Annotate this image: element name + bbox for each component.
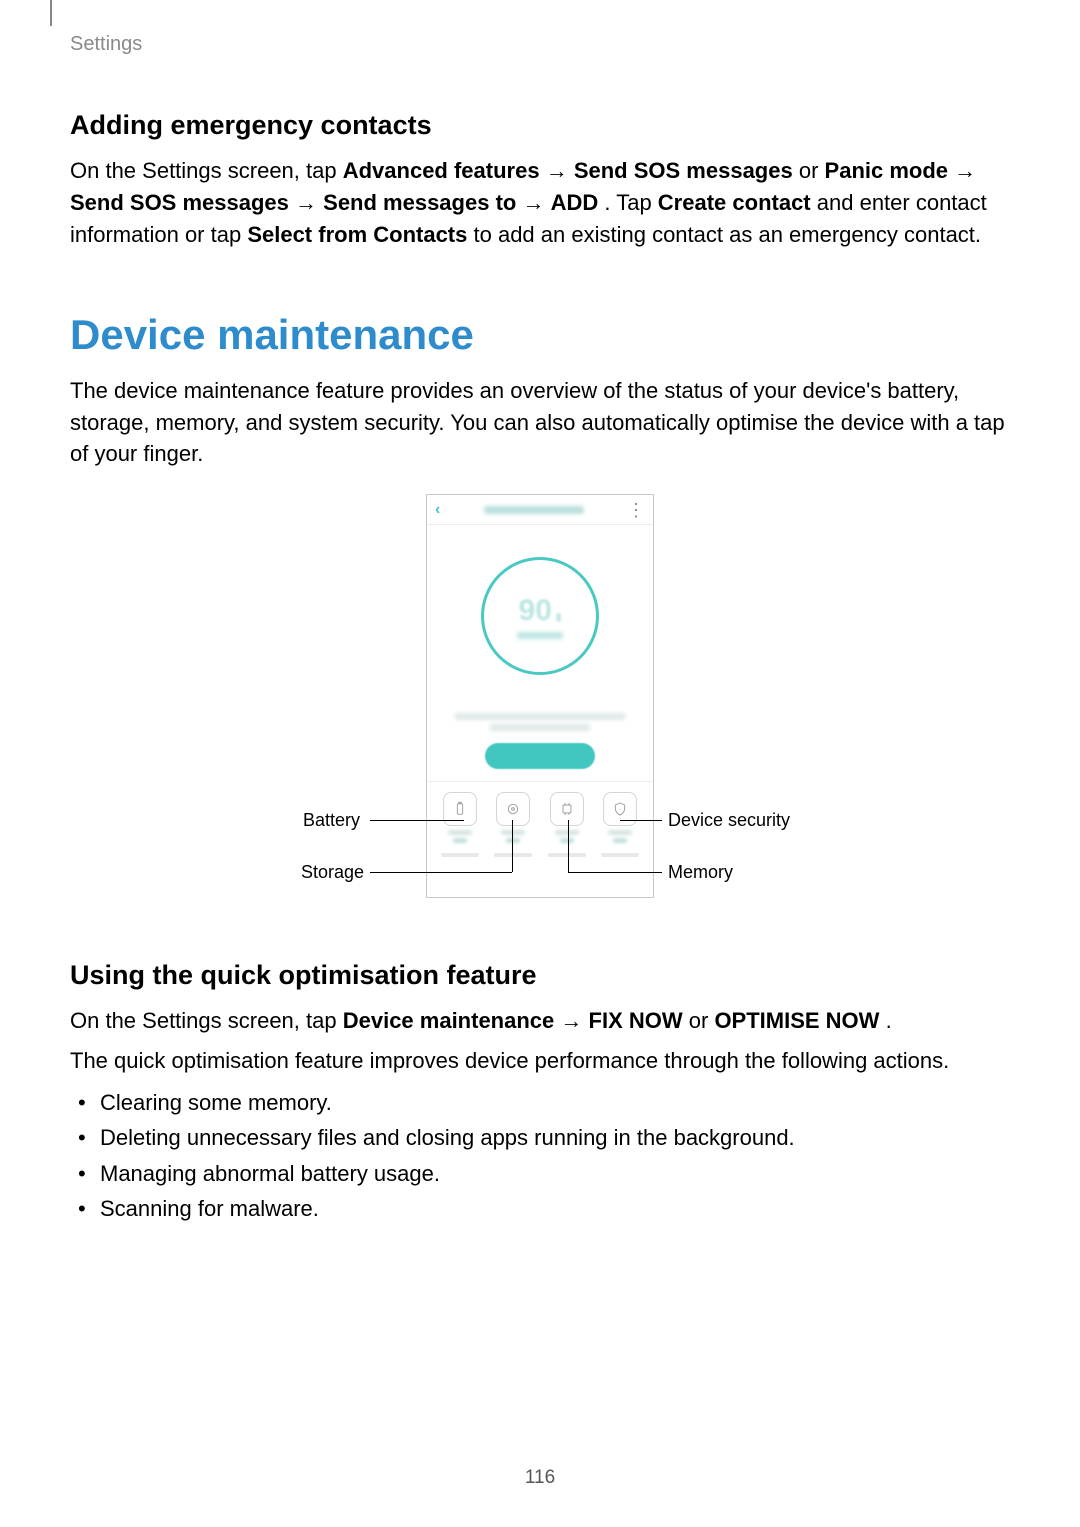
bold-send-sos-2: Send SOS messages — [70, 190, 289, 215]
text: to add an existing contact as an emergen… — [474, 222, 982, 247]
section-heading-quick-optimise: Using the quick optimisation feature — [70, 960, 1010, 991]
header-rule — [50, 0, 52, 26]
arrow-icon: → — [954, 158, 976, 183]
callout-label-memory: Memory — [668, 862, 733, 883]
back-chevron-icon[interactable]: ‹ — [435, 501, 440, 519]
text: On the Settings screen, tap — [70, 1008, 343, 1033]
score-number: 90 — [519, 594, 552, 628]
arrow-icon: → — [522, 190, 550, 215]
score-area: 90 ▮ — [427, 525, 653, 707]
callout-line — [512, 820, 513, 872]
callout-label-storage: Storage — [301, 862, 364, 883]
device-maintenance-figure: ‹ ⋮ 90 ▮ — [70, 494, 1010, 934]
page-content: Adding emergency contacts On the Setting… — [70, 0, 1010, 1226]
callout-line — [568, 820, 569, 872]
phone-mockup: ‹ ⋮ 90 ▮ — [426, 494, 654, 898]
callout-line — [370, 872, 512, 873]
bold-optimise-now: OPTIMISE NOW — [714, 1008, 879, 1033]
arrow-icon: → — [295, 190, 323, 215]
text: or — [689, 1008, 715, 1033]
storage-icon[interactable] — [496, 792, 530, 826]
list-item: Scanning for malware. — [100, 1191, 1010, 1226]
bold-select-from-contacts: Select from Contacts — [247, 222, 467, 247]
bold-device-maintenance: Device maintenance — [343, 1008, 555, 1033]
text: On the Settings screen, tap — [70, 158, 343, 183]
bold-send-sos-1: Send SOS messages — [574, 158, 793, 183]
optimise-now-button[interactable] — [485, 743, 595, 769]
callout-line — [568, 872, 662, 873]
category-icon-row — [427, 781, 653, 830]
score-label-blurred — [517, 632, 563, 639]
score-unit-blurred: ▮ — [556, 612, 562, 623]
quick-optimise-p1: On the Settings screen, tap Device maint… — [70, 1005, 1010, 1037]
bold-fix-now: FIX NOW — [589, 1008, 683, 1033]
text: . Tap — [604, 190, 657, 215]
chapter-heading-device-maintenance: Device maintenance — [70, 311, 1010, 359]
score-ring: 90 ▮ — [481, 557, 599, 675]
callout-label-security: Device security — [668, 810, 790, 831]
bold-send-messages-to: Send messages to — [323, 190, 516, 215]
bold-create-contact: Create contact — [658, 190, 811, 215]
category-bar-row — [427, 847, 653, 865]
status-text-blurred — [427, 713, 653, 731]
more-options-icon[interactable]: ⋮ — [627, 507, 645, 513]
callout-line — [620, 820, 662, 821]
list-item: Clearing some memory. — [100, 1085, 1010, 1120]
header-section-label: Settings — [70, 33, 142, 56]
phone-title-blurred — [484, 506, 584, 514]
callout-line — [370, 820, 464, 821]
quick-optimise-p2: The quick optimisation feature improves … — [70, 1045, 1010, 1077]
quick-optimise-bullets: Clearing some memory. Deleting unnecessa… — [70, 1085, 1010, 1226]
text: or — [799, 158, 825, 183]
list-item: Deleting unnecessary files and closing a… — [100, 1120, 1010, 1155]
callout-label-battery: Battery — [303, 810, 360, 831]
category-label-row-blurred — [427, 830, 653, 847]
bold-add: ADD — [551, 190, 599, 215]
device-maintenance-intro: The device maintenance feature provides … — [70, 375, 1010, 471]
page-number: 116 — [0, 1467, 1080, 1489]
section-heading-emergency: Adding emergency contacts — [70, 110, 1010, 141]
document-page: Settings Adding emergency contacts On th… — [0, 0, 1080, 1527]
memory-icon[interactable] — [550, 792, 584, 826]
list-item: Managing abnormal battery usage. — [100, 1156, 1010, 1191]
section-emergency-paragraph: On the Settings screen, tap Advanced fea… — [70, 155, 1010, 251]
bold-advanced-features: Advanced features — [343, 158, 540, 183]
bold-panic-mode: Panic mode — [825, 158, 948, 183]
arrow-icon: → — [560, 1008, 588, 1033]
arrow-icon: → — [546, 158, 574, 183]
phone-topbar: ‹ ⋮ — [427, 495, 653, 525]
score-value: 90 ▮ — [519, 594, 562, 628]
text: . — [886, 1008, 892, 1033]
